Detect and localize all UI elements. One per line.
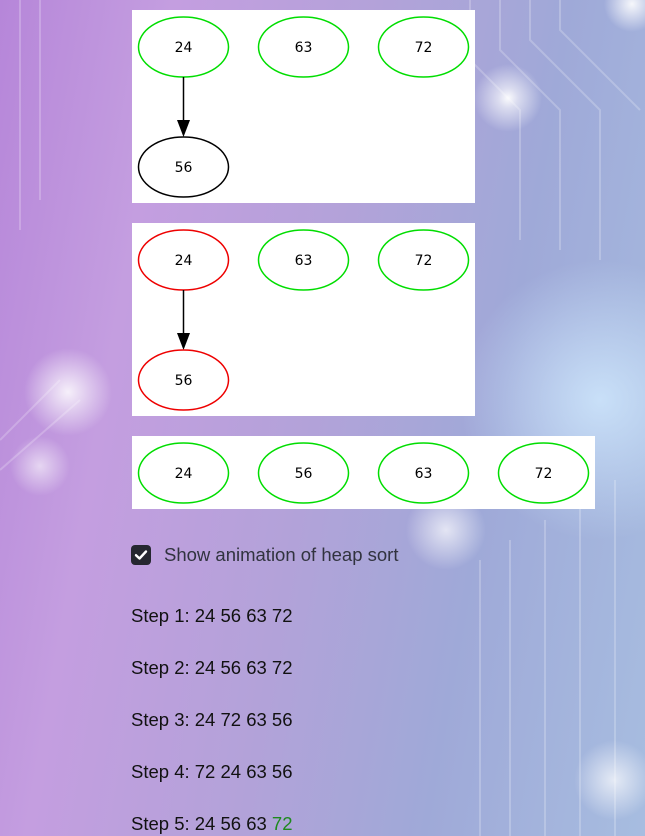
heap-graph-2-svg: 24 63 72 56 [137, 229, 470, 411]
graph-node-label: 24 [175, 466, 193, 482]
show-animation-checkbox-row[interactable]: Show animation of heap sort [131, 543, 398, 567]
graph-edge-arrowhead [177, 333, 190, 350]
heap-graph-3-svg: 24 56 63 72 [137, 442, 590, 504]
step-text: Step 5: 24 56 63 [131, 813, 272, 834]
graph-node-label: 56 [175, 373, 193, 389]
checkmark-icon [134, 550, 148, 560]
step-line: Step 4: 72 24 63 56 [131, 761, 293, 783]
step-text: Step 1: 24 56 63 72 [131, 605, 293, 626]
graph-node-label: 56 [295, 466, 313, 482]
step-text: Step 3: 24 72 63 56 [131, 709, 293, 730]
show-animation-label[interactable]: Show animation of heap sort [164, 544, 398, 566]
step-text: Step 2: 24 56 63 72 [131, 657, 293, 678]
heap-graph-1-svg: 24 63 72 56 [137, 16, 470, 198]
graph-node-label: 24 [175, 253, 193, 269]
graph-edge-arrowhead [177, 120, 190, 137]
graph-node-label: 72 [415, 40, 433, 56]
step-text: Step 4: 72 24 63 56 [131, 761, 293, 782]
heap-graph-2: 24 63 72 56 [132, 223, 475, 416]
graph-node-label: 72 [415, 253, 433, 269]
graph-node-label: 63 [295, 40, 313, 56]
show-animation-checkbox[interactable] [131, 545, 151, 565]
step-line: Step 1: 24 56 63 72 [131, 605, 293, 627]
graph-node-label: 63 [415, 466, 433, 482]
graph-node-label: 72 [535, 466, 553, 482]
step-highlight: 72 [271, 813, 293, 834]
heap-graph-3: 24 56 63 72 [132, 436, 595, 509]
step-line: Step 5: 24 56 63 72 [131, 813, 293, 835]
graph-node-label: 63 [295, 253, 313, 269]
step-line: Step 3: 24 72 63 56 [131, 709, 293, 731]
step-line: Step 2: 24 56 63 72 [131, 657, 293, 679]
graph-node-label: 56 [175, 160, 193, 176]
heap-graph-1: 24 63 72 56 [132, 10, 475, 203]
graph-node-label: 24 [175, 40, 193, 56]
